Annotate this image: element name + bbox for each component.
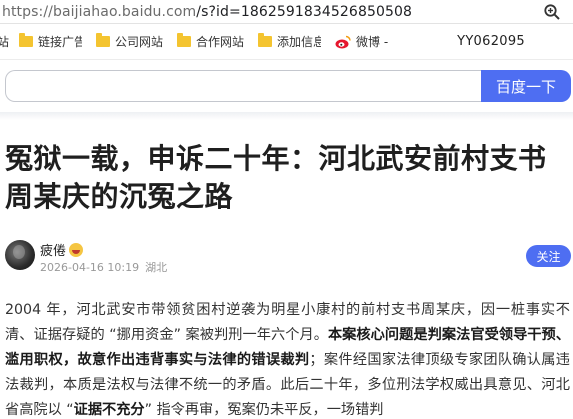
avatar[interactable] bbox=[5, 240, 35, 270]
article-paragraph: 2004 年，河北武安市带领贫困村逆袭为明星小康村的前村支书周某庆，因一桩事实不… bbox=[5, 298, 570, 419]
url-path: /s?id=1862591834526850508 bbox=[196, 3, 412, 20]
paragraph-bold-text: 证据不充分 bbox=[73, 402, 145, 418]
article-title: 冤狱一载，申诉二十年：河北武安前村支书周某庆的沉冤之路 bbox=[5, 142, 547, 213]
zoom-icon[interactable] bbox=[543, 3, 561, 21]
weibo-icon bbox=[335, 35, 351, 48]
bookmark-label: 站 bbox=[0, 35, 10, 49]
bookmark-label: 微博 - bbox=[356, 35, 389, 49]
author-label: 疲倦 bbox=[40, 244, 67, 259]
folder-icon bbox=[19, 33, 34, 47]
url-host: https://baijiahao.baidu.com bbox=[2, 3, 197, 20]
article-meta: 2026-04-16 10:19 湖北 bbox=[40, 259, 167, 275]
bookmark-folder-links[interactable]: 链接广告 bbox=[19, 31, 82, 53]
bookmark-label: 添加信息 bbox=[277, 35, 322, 49]
folder-icon bbox=[96, 33, 111, 47]
bookmark-folder-add-info[interactable]: 添加信息 bbox=[258, 31, 321, 53]
watermark-code: YY062095 bbox=[457, 34, 525, 49]
bookmark-weibo[interactable]: 微博 - bbox=[335, 31, 388, 53]
follow-button[interactable]: 关注 bbox=[526, 245, 571, 267]
bookmark-label: 链接广告 bbox=[38, 35, 83, 49]
bookmark-label: 合作网站 bbox=[196, 35, 245, 49]
folder-icon bbox=[177, 33, 192, 47]
bookmark-label: 公司网站 bbox=[115, 35, 164, 49]
url-text[interactable]: https://baijiahao.baidu.com/s?id=1862591… bbox=[0, 4, 412, 20]
author-name[interactable]: 疲倦 bbox=[40, 240, 84, 259]
paragraph-text: ” 指令再审，冤案仍未平反，一场错判 bbox=[144, 402, 384, 418]
search-input[interactable] bbox=[5, 70, 483, 102]
publish-date: 2026-04-16 10:19 bbox=[40, 261, 140, 274]
bookmark-folder-company[interactable]: 公司网站 bbox=[96, 31, 163, 53]
bookmark-folder-partner[interactable]: 合作网站 bbox=[177, 31, 244, 53]
smiley-emoji-icon bbox=[69, 242, 84, 257]
folder-icon bbox=[258, 33, 273, 47]
bookmark-item[interactable]: 站 bbox=[0, 31, 9, 53]
header-divider bbox=[0, 112, 573, 120]
bookmarks-bar: 站 链接广告 公司网站 合作网站 添加信息 微博 - YY062095 bbox=[0, 24, 573, 60]
address-bar[interactable]: https://baijiahao.baidu.com/s?id=1862591… bbox=[0, 0, 573, 24]
search-bar: 百度一下 bbox=[5, 70, 571, 102]
publish-location: 湖北 bbox=[145, 261, 168, 274]
search-button[interactable]: 百度一下 bbox=[481, 70, 571, 102]
